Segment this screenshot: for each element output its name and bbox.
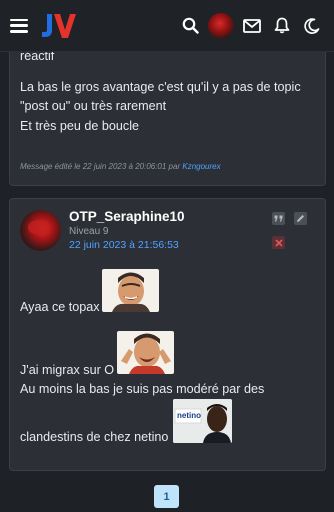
post-text-line: J'ai migrax sur O bbox=[20, 363, 115, 377]
post-date-link[interactable]: 22 juin 2023 à 21:56:53 bbox=[69, 239, 179, 251]
search-icon[interactable] bbox=[178, 14, 202, 38]
post-author-avatar[interactable] bbox=[20, 210, 61, 251]
bell-icon[interactable] bbox=[270, 14, 294, 38]
edit-icon[interactable] bbox=[294, 212, 307, 225]
edited-notice-text: Message édité le 22 juin 2023 à 20:06:01… bbox=[20, 162, 181, 171]
jv-logo[interactable] bbox=[40, 12, 78, 40]
top-bar bbox=[0, 0, 334, 52]
risitas-sticker-image bbox=[102, 269, 159, 312]
pagination-page-button[interactable]: 1 bbox=[154, 485, 179, 508]
quote-icon[interactable] bbox=[272, 212, 285, 225]
post-text-line: Ayaa ce topax bbox=[20, 300, 100, 314]
edited-author-link[interactable]: Kzngourex bbox=[182, 162, 220, 171]
post-card: OTP_Seraphine10 Niveau 9 22 juin 2023 à … bbox=[9, 198, 326, 471]
previous-post-card: réactif La bas le gros avantage c'est qu… bbox=[9, 30, 326, 186]
risitas-laughing-sticker-image bbox=[117, 331, 174, 374]
post-level: Niveau 9 bbox=[69, 226, 109, 237]
post-text-line: Et très peu de boucle bbox=[20, 119, 140, 133]
post-text-line: Au moins la bas je suis pas modéré par d… bbox=[20, 382, 265, 396]
post-username[interactable]: OTP_Seraphine10 bbox=[69, 209, 185, 224]
post-text-line: clandestins de chez netino bbox=[20, 430, 169, 444]
post-text-line: La bas le gros avantage c'est qu'il y a … bbox=[20, 80, 301, 94]
edited-notice: Message édité le 22 juin 2023 à 20:06:01… bbox=[20, 162, 221, 171]
menu-icon[interactable] bbox=[10, 18, 28, 33]
dark-mode-icon[interactable] bbox=[300, 14, 324, 38]
post-text-line: "post ou" ou très rarement bbox=[20, 99, 167, 113]
mail-icon[interactable] bbox=[240, 14, 264, 38]
delete-icon[interactable] bbox=[272, 236, 285, 249]
user-avatar[interactable] bbox=[208, 12, 234, 39]
netino-sticker-image: netino bbox=[173, 399, 232, 443]
netino-sticker-text: netino bbox=[177, 411, 201, 420]
